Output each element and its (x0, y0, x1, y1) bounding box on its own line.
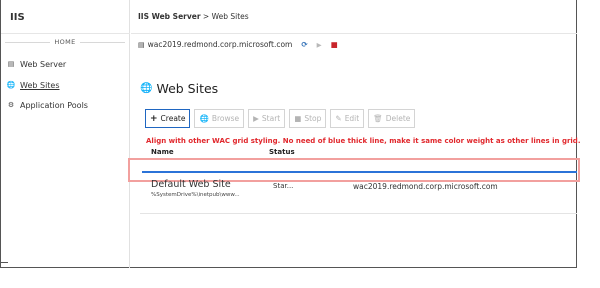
server-icon: ▤ (138, 40, 145, 49)
sidebar-section-header: HOME (5, 37, 126, 47)
site-name: Default Web Site (151, 179, 231, 190)
gears-icon: ⚙ (7, 101, 15, 109)
page-title-text: Web Sites (156, 81, 219, 96)
browse-button[interactable]: 🌐 Browse (194, 109, 245, 128)
section-rule-right (79, 41, 126, 43)
create-button[interactable]: + Create (145, 109, 191, 128)
sidebar-item-web-server[interactable]: ▤ Web Server (6, 58, 67, 70)
stop-icon: ■ (294, 114, 302, 123)
globe-icon: 🌐 (199, 114, 209, 123)
sidebar-item-label: Application Pools (20, 100, 88, 110)
refresh-icon[interactable]: ⟳ (301, 40, 307, 49)
edit-button-label: Edit (344, 114, 360, 123)
header-divider (131, 33, 577, 34)
create-button-label: Create (160, 114, 186, 123)
app-title: IIS (10, 12, 25, 23)
breadcrumb: IIS Web Server > Web Sites (138, 12, 249, 21)
server-icon: ▤ (7, 60, 15, 68)
site-binding: wac2019.redmond.corp.microsoft.com (353, 182, 498, 191)
main-content: IIS Web Server > Web Sites ▤ wac2019.red… (128, 0, 581, 268)
site-path: %SystemDrive%\inetpub\www... (151, 192, 240, 198)
site-status: Star... (273, 182, 294, 190)
stop-icon[interactable]: ■ (331, 40, 338, 49)
globe-icon: 🌐 (140, 83, 153, 94)
trash-icon: 🗑 (373, 114, 383, 123)
sidebar-item-label: Web Sites (20, 80, 60, 90)
sidebar-item-label: Web Server (20, 59, 67, 69)
play-icon: ▶ (253, 114, 259, 123)
column-header-status[interactable]: Status (269, 148, 295, 156)
globe-icon: 🌐 (6, 81, 16, 89)
page-title: 🌐 Web Sites (140, 81, 218, 96)
sidebar: IIS HOME ▤ Web Server 🌐 Web Sites ⚙ Appl… (1, 0, 130, 268)
play-icon[interactable]: ▶ (317, 41, 322, 49)
start-button[interactable]: ▶ Start (248, 109, 286, 128)
row-divider (140, 213, 577, 214)
delete-button-label: Delete (385, 114, 411, 123)
breadcrumb-root[interactable]: IIS Web Server (138, 12, 201, 21)
breadcrumb-current: Web Sites (211, 12, 249, 21)
grid-header: Name Status (151, 148, 295, 156)
plus-icon: + (150, 113, 158, 124)
column-header-name[interactable]: Name (151, 148, 174, 156)
pencil-icon: ✎ (335, 114, 342, 123)
sidebar-section-label: HOME (54, 38, 76, 46)
sidebar-item-web-sites[interactable]: 🌐 Web Sites (6, 79, 60, 91)
browse-button-label: Browse (211, 114, 240, 123)
toolbar: + Create 🌐 Browse ▶ Start ■ Stop ✎ Edit … (145, 109, 419, 128)
server-name: wac2019.redmond.corp.microsoft.com (147, 40, 293, 49)
edit-button[interactable]: ✎ Edit (330, 109, 365, 128)
stop-button-label: Stop (304, 114, 322, 123)
breadcrumb-separator: > (202, 12, 210, 21)
section-rule-left (5, 41, 51, 43)
review-annotation: Align with other WAC grid styling. No ne… (146, 137, 581, 145)
server-row: ▤ wac2019.redmond.corp.microsoft.com ⟳ ▶… (138, 40, 338, 49)
sidebar-item-application-pools[interactable]: ⚙ Application Pools (6, 99, 88, 111)
table-row[interactable]: Default Web Site %SystemDrive%\inetpub\w… (151, 179, 571, 205)
sidebar-divider (1, 33, 130, 34)
stop-button[interactable]: ■ Stop (289, 109, 327, 128)
delete-button[interactable]: 🗑 Delete (368, 109, 416, 128)
start-button-label: Start (261, 114, 281, 123)
